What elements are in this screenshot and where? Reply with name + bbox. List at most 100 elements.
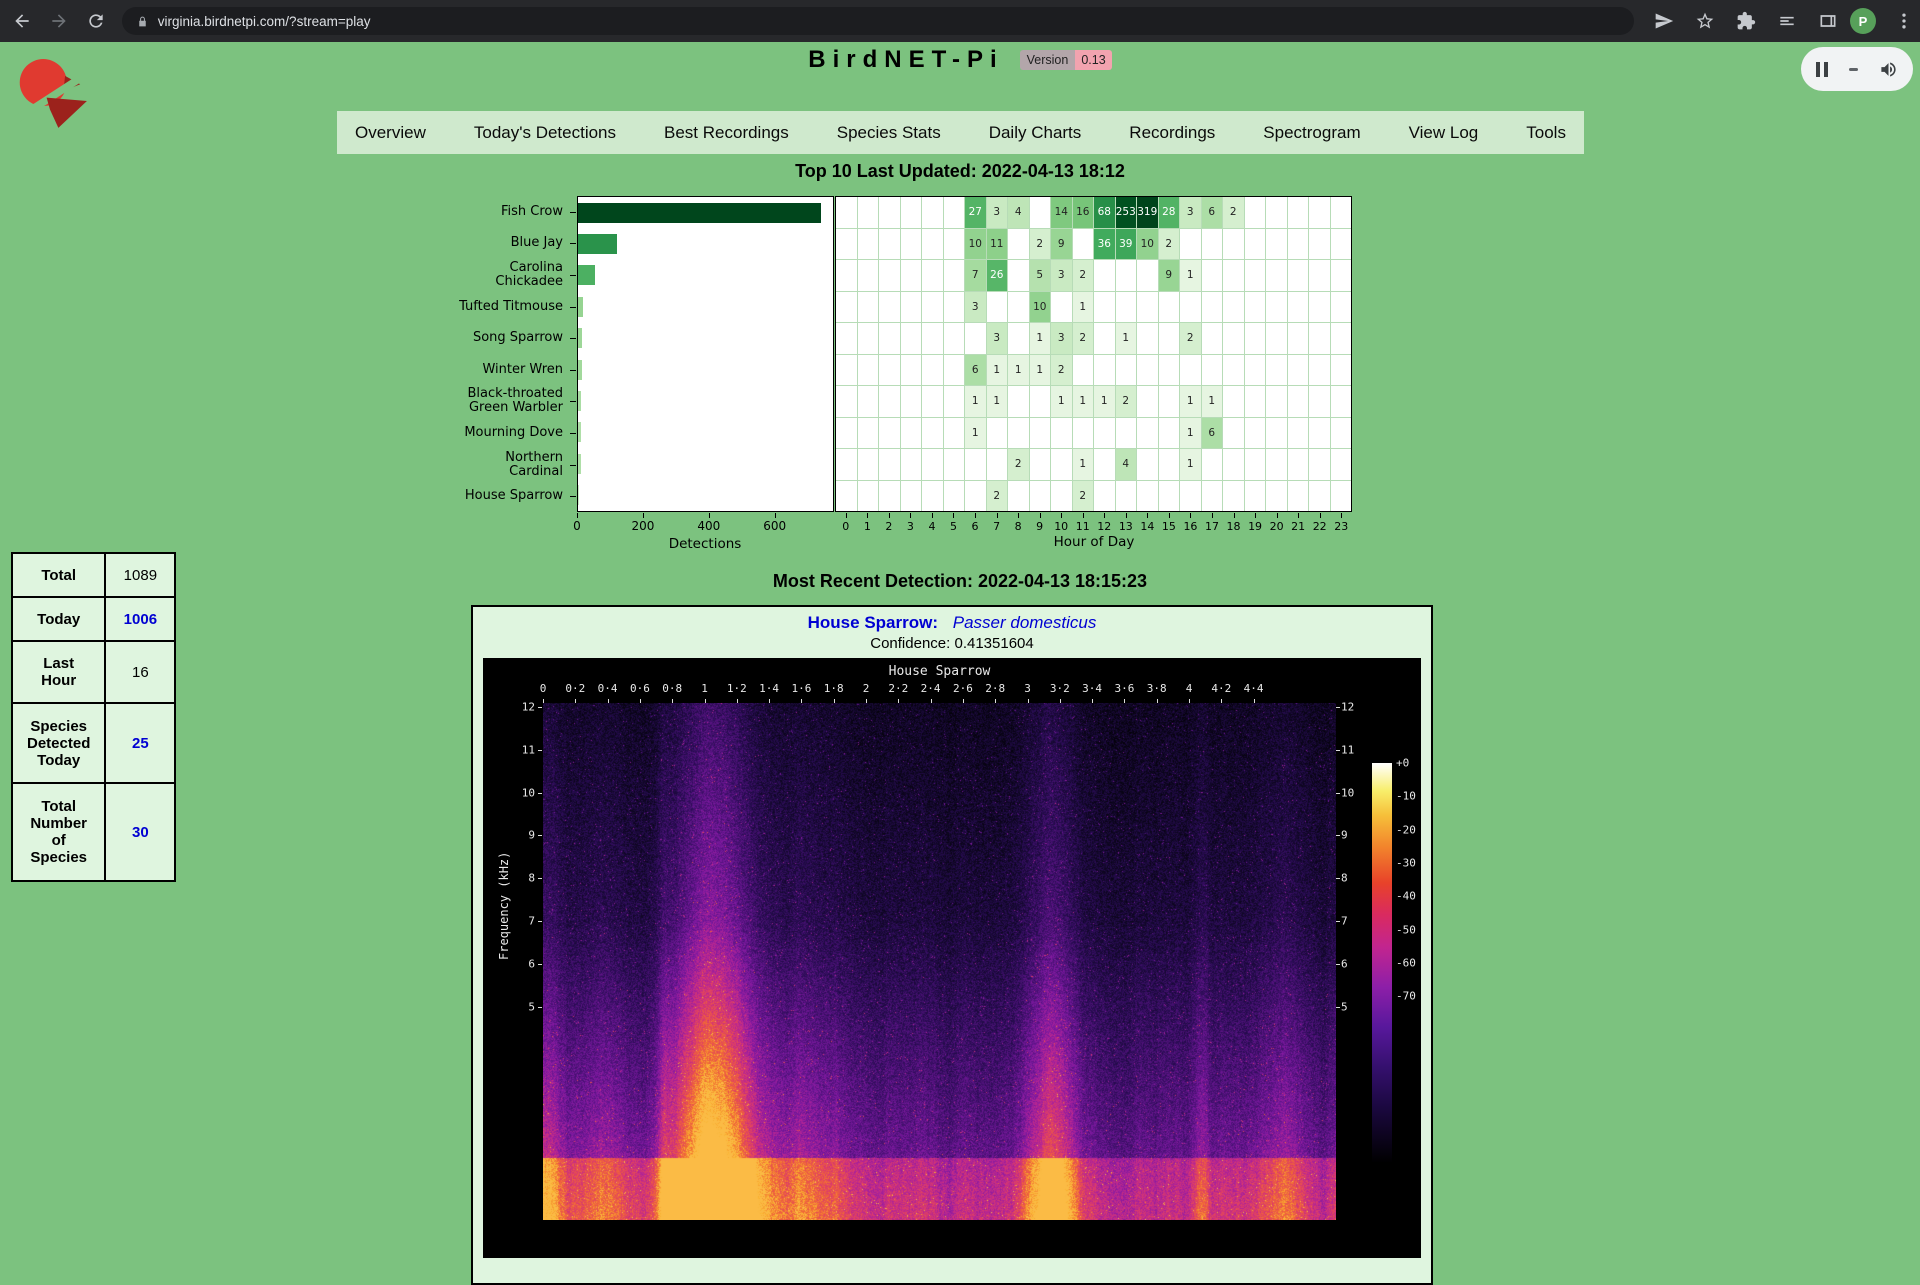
heatmap-cell: [1159, 386, 1180, 417]
menu-button[interactable]: [1888, 5, 1920, 37]
hour-tick-label: 12: [1097, 520, 1111, 533]
heatmap-cell: 10: [965, 229, 986, 260]
stats-row: Today1006: [12, 597, 175, 641]
hour-tick: [1190, 513, 1191, 518]
bookmark-button[interactable]: [1689, 5, 1721, 37]
spec-x-tick: [898, 699, 899, 703]
species-label: Tufted Titmouse: [459, 291, 563, 323]
heatmap-cell: [922, 449, 943, 480]
heatmap-cell: [879, 323, 900, 354]
spec-y-tick-label-left: 6: [483, 957, 535, 970]
heatmap-cell: [944, 292, 965, 323]
heatmap-cell: [879, 386, 900, 417]
heatmap-cell: 3: [965, 292, 986, 323]
reading-list-button[interactable]: [1771, 5, 1803, 37]
volume-icon[interactable]: [1879, 60, 1898, 79]
heatmap-cell: [836, 355, 857, 386]
side-panel-button[interactable]: [1812, 5, 1844, 37]
heatmap-cell: [858, 481, 879, 512]
heatmap-cell: [1245, 292, 1266, 323]
spectrogram-plot: [543, 703, 1336, 1220]
heatmap-cell: [1116, 292, 1137, 323]
colorbar-tick-label: -70: [1396, 990, 1416, 1003]
spec-x-tick-label: 2·8: [985, 682, 1005, 695]
send-icon: [1654, 11, 1674, 31]
hour-tick-label: 16: [1183, 520, 1197, 533]
heatmap-cell: 26: [987, 260, 1008, 291]
heatmap-cell: 1: [1008, 355, 1029, 386]
forward-button[interactable]: [43, 5, 74, 37]
heatmap-cell: 1: [965, 386, 986, 417]
stats-value-link[interactable]: 30: [132, 824, 149, 841]
detections-bar: [578, 328, 582, 348]
stats-row: Total Number of Species30: [12, 783, 175, 881]
spectrogram-colorbar: [1372, 763, 1392, 1163]
hourly-heatmap: 2734141668253319283621011293639102726532…: [835, 196, 1352, 512]
heatmap-cell: [836, 449, 857, 480]
hour-tick-label: 11: [1076, 520, 1090, 533]
bar-row: [578, 260, 833, 291]
heatmap-cell: [1030, 386, 1051, 417]
url-bar[interactable]: virginia.birdnetpi.com/?stream=play: [122, 7, 1634, 35]
extensions-button[interactable]: [1730, 5, 1762, 37]
spec-x-tick: [1254, 699, 1255, 703]
heatmap-cell: [944, 386, 965, 417]
species-label: Northern Cardinal: [459, 449, 563, 481]
spec-x-tick: [963, 699, 964, 703]
spec-y-tick-label-left: 10: [483, 786, 535, 799]
spec-y-tick-label-left: 8: [483, 872, 535, 885]
heatmap-cell: [1094, 323, 1115, 354]
spec-y-tick: [1336, 750, 1340, 751]
heatmap-cell: [1266, 292, 1287, 323]
heatmap-cell: [965, 449, 986, 480]
heatmap-cell: 6: [1202, 197, 1223, 228]
side-panel-icon: [1818, 11, 1838, 31]
heatmap-cell: [1331, 323, 1352, 354]
spec-y-tick-label-right: 5: [1341, 1000, 1348, 1013]
heatmap-cell: [1030, 449, 1051, 480]
heatmap-cell: [965, 481, 986, 512]
heatmap-cell: [879, 229, 900, 260]
species-label: Fish Crow: [459, 196, 563, 228]
heatmap-cell: [836, 323, 857, 354]
x-tick-label: 200: [631, 519, 654, 533]
stats-value-link[interactable]: 25: [132, 735, 149, 752]
heatmap-cell: [1223, 292, 1244, 323]
heatmap-cell: [1288, 197, 1309, 228]
heatmap-axis-title: Hour of Day: [1054, 534, 1135, 550]
hour-tick: [1040, 513, 1041, 518]
hour-tick: [910, 513, 911, 518]
spectrogram-ylabel: Frequency (kHz): [497, 852, 511, 960]
heatmap-cell: 14: [1051, 197, 1072, 228]
spectrogram-title: House Sparrow: [543, 664, 1336, 679]
reload-button[interactable]: [81, 5, 112, 37]
pause-icon[interactable]: [1816, 62, 1828, 77]
heatmap-cell: [1288, 292, 1309, 323]
heatmap-cell: [922, 197, 943, 228]
heatmap-cell: [1073, 418, 1094, 449]
heatmap-cell: [1309, 229, 1330, 260]
species-label: House Sparrow: [459, 480, 563, 512]
audio-player[interactable]: [1801, 47, 1913, 91]
hour-tick-label: 10: [1054, 520, 1068, 533]
hour-tick: [1320, 513, 1321, 518]
hour-tick-label: 6: [972, 520, 979, 533]
profile-avatar[interactable]: P: [1850, 8, 1876, 34]
stats-value-link[interactable]: 1006: [124, 611, 157, 628]
spec-y-tick: [1336, 835, 1340, 836]
heatmap-cell: [901, 386, 922, 417]
spec-x-tick: [801, 699, 802, 703]
species-common-link[interactable]: House Sparrow:: [808, 613, 938, 632]
stats-label: Species Detected Today: [12, 703, 105, 783]
send-button[interactable]: [1648, 5, 1680, 37]
back-button[interactable]: [6, 5, 37, 37]
heatmap-cell: 1: [1180, 386, 1201, 417]
x-tick-label: 600: [763, 519, 786, 533]
heatmap-cell: [1051, 292, 1072, 323]
heatmap-cell: 1: [1094, 386, 1115, 417]
heatmap-cell: 5: [1030, 260, 1051, 291]
species-latin-link[interactable]: Passer domesticus: [953, 613, 1097, 632]
spec-x-tick-label: 3·4: [1082, 682, 1102, 695]
spec-x-tick: [1060, 699, 1061, 703]
hour-tick-label: 23: [1334, 520, 1348, 533]
